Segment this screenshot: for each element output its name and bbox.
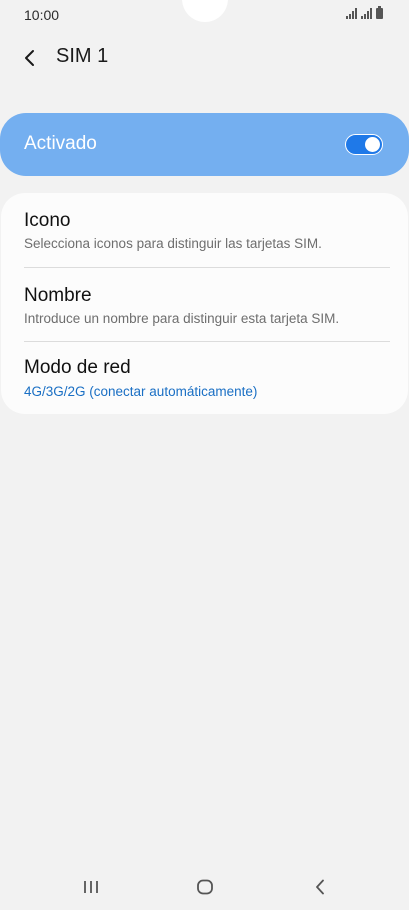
page-title: SIM 1 <box>56 45 109 67</box>
battery-icon <box>376 6 383 19</box>
setting-title: Icono <box>24 210 71 231</box>
setting-subtitle: 4G/3G/2G (conectar automáticamente) <box>24 384 258 399</box>
nav-back-button[interactable] <box>305 874 335 900</box>
sim-settings-card: Icono Selecciona iconos para distinguir … <box>1 193 408 414</box>
setting-title: Modo de red <box>24 357 131 378</box>
setting-title: Nombre <box>24 285 92 306</box>
activated-toggle[interactable] <box>345 134 383 155</box>
signal-sim2-icon <box>361 8 372 19</box>
back-button[interactable] <box>18 46 42 70</box>
setting-subtitle: Selecciona iconos para distinguir las ta… <box>24 236 322 251</box>
back-icon <box>316 879 324 895</box>
recents-icon <box>84 881 98 893</box>
setting-name-row[interactable]: Nombre Introduce un nombre para distingu… <box>1 268 408 342</box>
camera-notch <box>182 0 228 22</box>
setting-network-mode-row[interactable]: Modo de red 4G/3G/2G (conectar automátic… <box>1 342 408 416</box>
toggle-knob <box>365 137 380 152</box>
navigation-bar <box>0 862 409 910</box>
setting-subtitle: Introduce un nombre para distinguir esta… <box>24 311 340 326</box>
home-button[interactable] <box>190 874 220 900</box>
activated-switch-bar[interactable]: Activado <box>0 113 409 176</box>
signal-sim1-icon <box>346 8 357 19</box>
activated-label: Activado <box>24 133 97 154</box>
chevron-left-icon <box>25 50 34 66</box>
status-bar: 10:00 <box>0 0 409 32</box>
status-icons <box>346 6 383 19</box>
setting-icon-row[interactable]: Icono Selecciona iconos para distinguir … <box>1 193 408 267</box>
recents-button[interactable] <box>76 874 106 900</box>
header: SIM 1 <box>0 40 409 76</box>
home-icon <box>197 879 213 895</box>
status-time: 10:00 <box>24 7 60 23</box>
